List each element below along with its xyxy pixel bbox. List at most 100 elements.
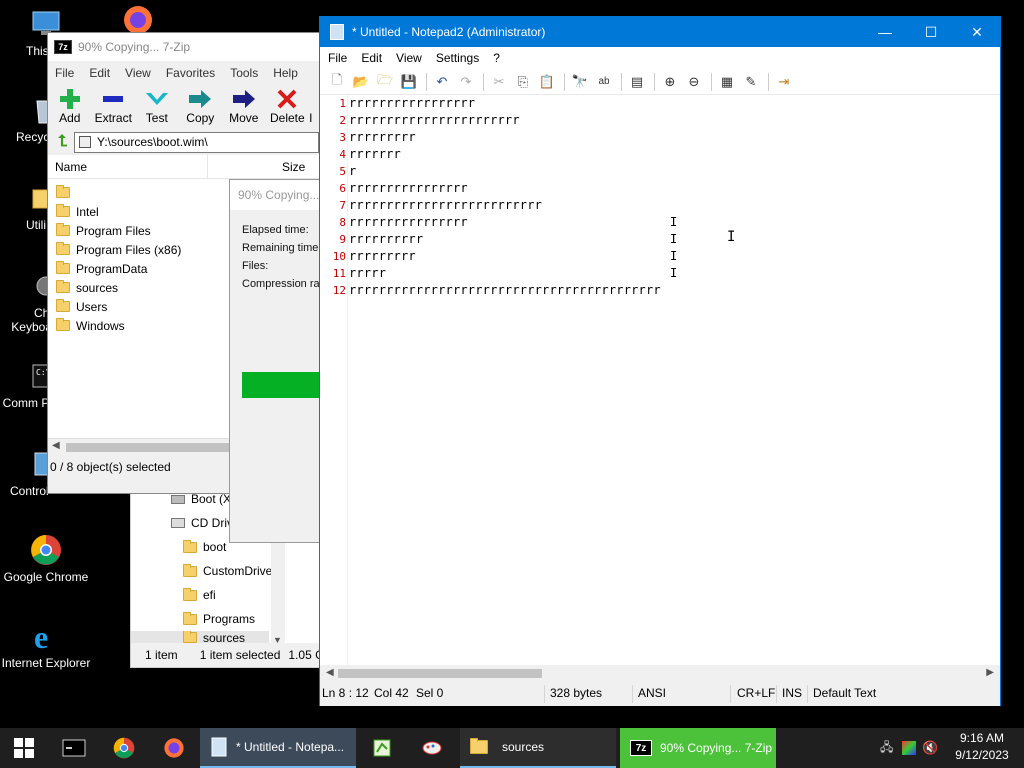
volume-muted-icon[interactable]: 🔇: [922, 740, 940, 756]
taskbar-notepad[interactable]: * Untitled - Notepa...: [200, 728, 356, 768]
save-icon[interactable]: 💾: [398, 71, 420, 93]
new-file-icon[interactable]: 🗋: [326, 71, 348, 93]
line-number: 4: [339, 148, 346, 161]
move-arrow-icon: [222, 87, 266, 111]
menu-edit[interactable]: Edit: [89, 66, 110, 80]
customize-icon[interactable]: ✎: [740, 71, 762, 93]
taskbar-7zip[interactable]: 7z 90% Copying... 7-Zip: [620, 728, 776, 768]
explorer-status-items: 1 item: [145, 648, 178, 662]
maximize-button[interactable]: ☐: [908, 17, 954, 47]
line-number: 9: [339, 233, 346, 246]
move-button[interactable]: Move: [222, 85, 266, 125]
folder-icon: [56, 204, 70, 217]
chrome-icon: [30, 534, 62, 566]
windows-icon: [14, 738, 34, 758]
tree-item-boot[interactable]: boot: [183, 536, 226, 558]
status-scheme[interactable]: Default Text: [813, 686, 876, 700]
files-label: Files:: [242, 260, 269, 272]
taskbar-firefox[interactable]: [152, 728, 196, 768]
taskbar-clock[interactable]: 9:16 AM 9/12/2023: [940, 730, 1024, 764]
notepad-app-icon: [330, 24, 344, 40]
extract-button[interactable]: Extract: [92, 85, 136, 125]
undo-icon[interactable]: ↶: [431, 71, 453, 93]
internet-explorer-icon: e: [30, 620, 62, 652]
column-size[interactable]: Size: [282, 160, 305, 174]
tree-item-efi[interactable]: efi: [183, 584, 216, 606]
sevenzip-logo-icon: 7z: [54, 40, 72, 54]
browse-icon[interactable]: 🗁: [374, 71, 396, 93]
close-button[interactable]: ✕: [954, 17, 1000, 47]
menu-file[interactable]: File: [55, 66, 74, 80]
exit-icon[interactable]: ⇥: [773, 71, 795, 93]
chevron-left-icon[interactable]: ◀: [52, 440, 60, 451]
folder-icon: [56, 261, 70, 274]
menu-help[interactable]: ?: [493, 51, 500, 65]
status-column: Col 42: [374, 686, 409, 700]
explorer-status-selected: 1 item selected: [199, 648, 281, 662]
desktop-icon-google-chrome[interactable]: Google Chrome: [0, 534, 92, 584]
add-button[interactable]: Add: [48, 85, 92, 125]
folder-icon: [56, 299, 70, 312]
text-line: rrrrrrr: [349, 147, 401, 161]
menu-file[interactable]: File: [328, 51, 347, 65]
word-wrap-icon[interactable]: ▤: [626, 71, 648, 93]
scroll-thumb[interactable]: [338, 669, 542, 678]
notepad-editor[interactable]: 1 2 3 4 5 6 7 8 9 10 11 12 rrrrrrrrrrrrr…: [320, 95, 1000, 665]
redo-icon[interactable]: ↷: [455, 71, 477, 93]
line-number: 5: [339, 165, 346, 178]
line-number: 10: [332, 250, 346, 263]
status-line-ending[interactable]: CR+LF: [737, 686, 775, 700]
progress-dialog-title[interactable]: 90% Copying...: [230, 180, 322, 210]
taskbar-chrome[interactable]: [102, 728, 146, 768]
notepad-titlebar[interactable]: * Untitled - Notepad2 (Administrator) — …: [320, 17, 1000, 47]
minimize-button[interactable]: —: [862, 17, 908, 47]
tree-item-customdrive[interactable]: CustomDrive: [183, 560, 272, 582]
menu-settings[interactable]: Settings: [436, 51, 479, 65]
replace-icon[interactable]: ab: [593, 71, 615, 93]
menu-view[interactable]: View: [396, 51, 422, 65]
taskbar-explorer-sources[interactable]: sources: [460, 728, 616, 768]
notepad-hscrollbar[interactable]: ◀ ▶: [320, 665, 1000, 682]
desktop-icon-internet-explorer[interactable]: e Internet Explorer: [0, 620, 92, 670]
copy-icon[interactable]: ⎘: [512, 71, 534, 93]
open-folder-icon[interactable]: 📂: [350, 71, 372, 93]
menu-help[interactable]: Help: [273, 66, 298, 80]
tree-item-cd-drive[interactable]: CD Driv: [171, 512, 233, 534]
sevenzip-titlebar[interactable]: 7z 90% Copying... 7-Zip: [48, 33, 321, 61]
desktop-icon-label: Google Chrome: [3, 570, 89, 584]
delete-button[interactable]: Delete: [266, 85, 310, 125]
status-encoding[interactable]: ANSI: [638, 686, 666, 700]
column-name[interactable]: Name: [48, 155, 208, 178]
paste-icon[interactable]: 📋: [536, 71, 558, 93]
progress-bar: [242, 372, 322, 398]
zoom-in-icon[interactable]: ⊕: [659, 71, 681, 93]
cut-icon[interactable]: ✂: [488, 71, 510, 93]
color-app-icon[interactable]: [902, 741, 916, 755]
taskbar-edit-app[interactable]: [360, 728, 404, 768]
tree-item-programs[interactable]: Programs: [183, 608, 255, 630]
scheme-icon[interactable]: ▦: [716, 71, 738, 93]
find-icon[interactable]: 🔭: [569, 71, 591, 93]
taskbar-command-prompt[interactable]: [52, 728, 96, 768]
sevenzip-path-input[interactable]: Y:\sources\boot.wim\: [74, 131, 319, 153]
folder-icon: [183, 611, 197, 625]
chevron-right-icon[interactable]: ▶: [986, 667, 994, 678]
menu-view[interactable]: View: [125, 66, 151, 80]
menu-tools[interactable]: Tools: [230, 66, 258, 80]
clock-time: 9:16 AM: [959, 731, 1005, 745]
tree-scrollbar[interactable]: ▼: [271, 541, 285, 645]
menu-edit[interactable]: Edit: [361, 51, 382, 65]
line-number: 7: [339, 199, 346, 212]
copy-button[interactable]: Copy: [179, 85, 223, 125]
status-insert-mode[interactable]: INS: [782, 686, 802, 700]
menu-favorites[interactable]: Favorites: [166, 66, 215, 80]
test-button[interactable]: Test: [135, 85, 179, 125]
compression-ratio-label: Compression rati: [242, 278, 323, 290]
taskbar-paint-app[interactable]: [410, 728, 454, 768]
firefox-icon: [164, 738, 184, 758]
start-button[interactable]: [0, 728, 48, 768]
zoom-out-icon[interactable]: ⊖: [683, 71, 705, 93]
network-icon[interactable]: 🖧: [880, 738, 898, 759]
chevron-left-icon[interactable]: ◀: [326, 667, 334, 678]
folder-up-icon[interactable]: ⮤: [52, 132, 74, 152]
